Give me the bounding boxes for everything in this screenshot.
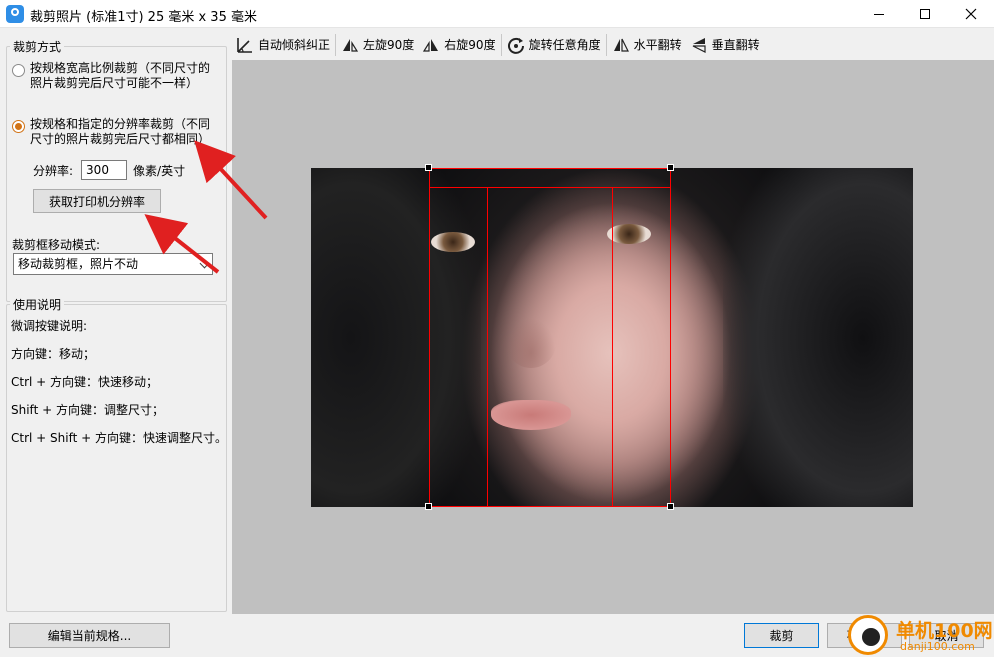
app-icon bbox=[6, 5, 24, 23]
rotate-right-label: 右旋90度 bbox=[444, 38, 496, 52]
watermark-logo bbox=[848, 615, 888, 655]
close-icon bbox=[965, 8, 977, 20]
crop-handle-bottom-left[interactable] bbox=[425, 503, 432, 510]
rotate-left-label: 左旋90度 bbox=[363, 38, 415, 52]
auto-deskew-label: 自动倾斜纠正 bbox=[258, 38, 331, 52]
help-line: 微调按键说明: bbox=[11, 319, 88, 333]
help-line: 方向键：移动； bbox=[11, 347, 96, 361]
crop-guide-right bbox=[612, 187, 613, 507]
crop-photo-window: 裁剪照片 (标准1寸) 25 毫米 x 35 毫米 裁剪方式 按规格宽高比例裁剪… bbox=[0, 0, 994, 657]
rotate-any-icon bbox=[507, 37, 524, 54]
crop-guide-left bbox=[487, 187, 488, 507]
help-line: Ctrl + Shift + 方向键：快速调整尺寸。 bbox=[11, 431, 227, 445]
resolution-row: 分辨率: 像素/英寸 bbox=[33, 160, 185, 180]
maximize-button[interactable] bbox=[902, 0, 948, 28]
watermark-site-name: 单机100网 bbox=[896, 620, 993, 642]
resolution-unit: 像素/英寸 bbox=[133, 163, 186, 178]
crop-handle-top-left[interactable] bbox=[425, 164, 432, 171]
move-mode-value: 移动裁剪框，照片不动 bbox=[18, 257, 139, 271]
flip-vertical-label: 垂直翻转 bbox=[711, 38, 760, 52]
flip-horizontal-icon bbox=[613, 38, 629, 52]
radio-resolution-label[interactable]: 按规格和指定的分辨率裁剪（不同尺寸的照片裁剪完后尺寸都相同） bbox=[30, 117, 215, 147]
settings-panel: 裁剪方式 按规格宽高比例裁剪（不同尺寸的照片裁剪完后尺寸可能不一样） 按规格和指… bbox=[0, 29, 232, 614]
image-toolbar: 自动倾斜纠正 左旋90度 右旋90度 旋转任意角度 水平翻转 垂直翻转 bbox=[232, 29, 994, 60]
toolbar-divider bbox=[335, 33, 337, 56]
radio-resolution[interactable] bbox=[12, 120, 25, 133]
site-watermark: 单机100网 danji100.com bbox=[848, 612, 994, 657]
crop-handle-bottom-right[interactable] bbox=[667, 503, 674, 510]
help-line: Ctrl + 方向键：快速移动； bbox=[11, 375, 159, 389]
help-title: 使用说明 bbox=[10, 296, 65, 313]
move-mode-label: 裁剪框移动模式: bbox=[12, 238, 101, 252]
hair-shadow-right bbox=[723, 168, 913, 507]
radio-row-resolution[interactable]: 按规格和指定的分辨率裁剪（不同尺寸的照片裁剪完后尺寸都相同） bbox=[12, 117, 215, 147]
resolution-input[interactable] bbox=[81, 160, 128, 180]
minimize-icon bbox=[874, 13, 884, 15]
crop-guide-head-top bbox=[429, 187, 671, 188]
get-printer-resolution-button[interactable]: 获取打印机分辨率 bbox=[33, 189, 161, 213]
flip-vertical-button[interactable]: 垂直翻转 bbox=[686, 32, 764, 58]
resolution-label: 分辨率: bbox=[33, 163, 74, 178]
rotate-any-label: 旋转任意角度 bbox=[528, 38, 601, 52]
auto-deskew-button[interactable]: 自动倾斜纠正 bbox=[232, 32, 334, 58]
flip-vertical-icon bbox=[692, 37, 706, 53]
footer-bar: 编辑当前规格... 裁剪 不裁剪 取消 bbox=[0, 614, 994, 657]
radio-ratio[interactable] bbox=[12, 64, 25, 77]
move-mode-select[interactable]: 移动裁剪框，照片不动 bbox=[13, 253, 213, 275]
rotate-left-button[interactable]: 左旋90度 bbox=[337, 32, 418, 58]
edit-spec-button[interactable]: 编辑当前规格... bbox=[9, 623, 170, 648]
toolbar-divider bbox=[605, 33, 607, 56]
crop-frame[interactable] bbox=[429, 168, 671, 507]
flip-horizontal-label: 水平翻转 bbox=[633, 38, 682, 52]
toolbar-divider bbox=[500, 33, 502, 56]
radio-ratio-label[interactable]: 按规格宽高比例裁剪（不同尺寸的照片裁剪完后尺寸可能不一样） bbox=[30, 61, 215, 91]
rotate-left-icon bbox=[343, 38, 359, 52]
rotate-right-button[interactable]: 右旋90度 bbox=[418, 32, 499, 58]
minimize-button[interactable] bbox=[856, 0, 902, 28]
rotate-any-button[interactable]: 旋转任意角度 bbox=[503, 32, 605, 58]
deskew-icon bbox=[237, 37, 252, 53]
image-canvas[interactable] bbox=[232, 60, 994, 614]
radio-row-ratio[interactable]: 按规格宽高比例裁剪（不同尺寸的照片裁剪完后尺寸可能不一样） bbox=[12, 61, 215, 91]
chevron-down-icon bbox=[199, 258, 210, 269]
title-bar: 裁剪照片 (标准1寸) 25 毫米 x 35 毫米 bbox=[0, 0, 994, 28]
window-title: 裁剪照片 (标准1寸) 25 毫米 x 35 毫米 bbox=[30, 10, 257, 25]
crop-handle-top-right[interactable] bbox=[667, 164, 674, 171]
watermark-site-url: danji100.com bbox=[900, 640, 975, 653]
crop-button[interactable]: 裁剪 bbox=[744, 623, 819, 648]
help-line: Shift + 方向键：调整尺寸； bbox=[11, 403, 164, 417]
close-button[interactable] bbox=[948, 0, 994, 28]
maximize-icon bbox=[920, 9, 930, 19]
flip-horizontal-button[interactable]: 水平翻转 bbox=[608, 32, 686, 58]
rotate-right-icon bbox=[423, 38, 439, 52]
crop-mode-title: 裁剪方式 bbox=[10, 38, 65, 55]
